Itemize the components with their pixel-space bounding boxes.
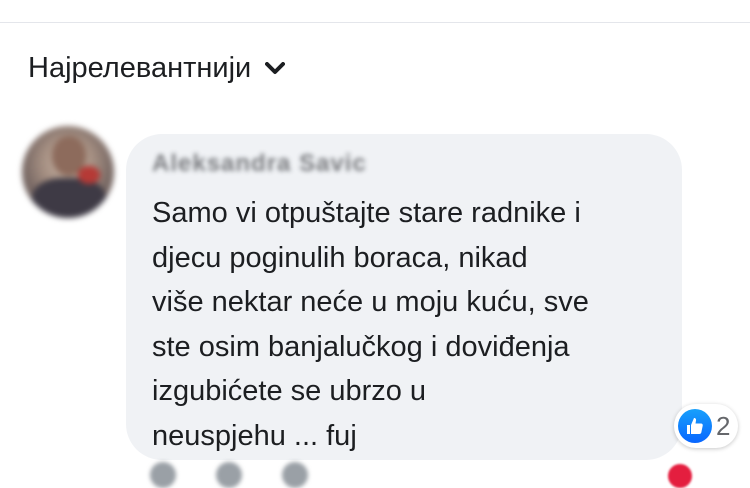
reaction-summary[interactable]: 2 — [674, 404, 739, 448]
comment-line: djecu poginulih boraca, nikad — [152, 241, 528, 274]
notification-badge — [668, 464, 692, 488]
reaction-count: 2 — [716, 410, 731, 441]
comment-line: ste osim banjalučkog i doviđenja — [152, 330, 570, 363]
avatar[interactable] — [22, 126, 114, 218]
action-placeholder[interactable] — [216, 462, 242, 488]
action-placeholder[interactable] — [150, 462, 176, 488]
comment-line: Samo vi otpuštajte stare radnike i — [152, 197, 581, 229]
comment-line: izgubićete se ubrzo u — [152, 375, 427, 407]
action-placeholder[interactable] — [282, 462, 308, 488]
comment-line: više nektar neće u moju kuću, sve — [152, 286, 589, 318]
comment-line: neuspjehu ... fuj — [152, 419, 357, 452]
comment-text: Samo vi otpuštajte stare radnike i djecu… — [152, 191, 672, 458]
comment-sort-dropdown[interactable]: Најрелевантнији — [28, 52, 286, 85]
comment-actions-row — [150, 462, 710, 488]
previous-post-card — [0, 0, 750, 23]
chevron-down-icon — [265, 61, 286, 76]
comment-author-name[interactable]: Aleksandra Savic — [152, 150, 367, 178]
like-icon — [678, 409, 712, 443]
sort-label: Најрелевантнији — [28, 52, 252, 84]
